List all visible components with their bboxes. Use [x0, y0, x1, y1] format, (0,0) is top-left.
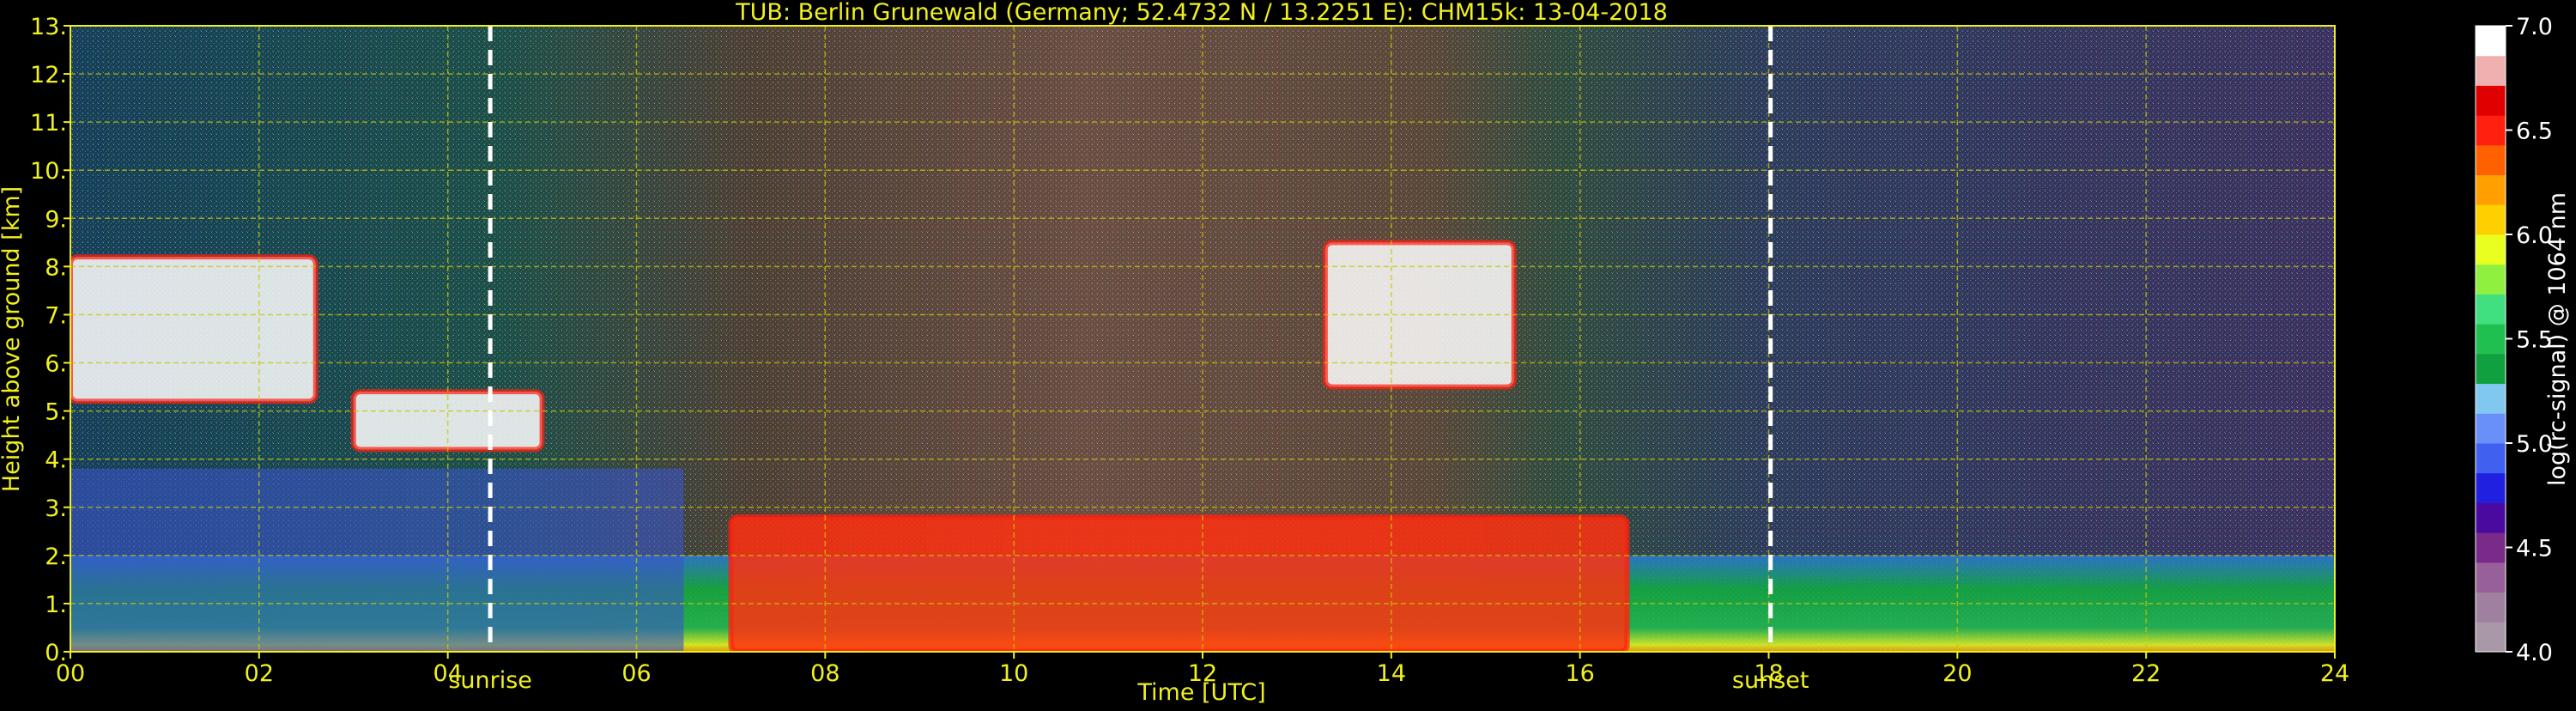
- x-tick-label: 20: [1943, 660, 1972, 687]
- colorbar-segment: [2476, 324, 2506, 355]
- x-tick-label: 02: [245, 660, 274, 687]
- y-tick-label: 11.: [30, 110, 67, 137]
- colorbar-segment: [2476, 532, 2506, 563]
- colorbar-tick-label: 7.0: [2516, 14, 2553, 40]
- colorbar-segment: [2476, 55, 2506, 86]
- colorbar-segment: [2476, 294, 2506, 325]
- colorbar-segment: [2476, 26, 2506, 57]
- x-tick-label: 16: [1565, 660, 1594, 687]
- colorbar-tick-label: 4.0: [2516, 640, 2553, 666]
- colorbar-segment: [2476, 144, 2506, 176]
- x-tick-label: 24: [2320, 660, 2349, 687]
- colorbar-segment: [2476, 204, 2506, 235]
- colorbar-segment: [2476, 562, 2506, 593]
- colorbar-segment: [2476, 443, 2506, 474]
- y-tick-label: 2.: [45, 544, 67, 570]
- lidar-quicklook-chart: sunrise sunset 00 02 04 06 08 10 12 14 16 18 20 22 24…: [0, 0, 2576, 708]
- x-tick-label: 22: [2131, 660, 2161, 687]
- colorbar-segment: [2476, 592, 2506, 623]
- colorbar-segment: [2476, 174, 2506, 205]
- y-tick-label: 8.: [45, 254, 67, 281]
- x-tick-label: 14: [1377, 660, 1406, 687]
- y-tick-label: 5.: [45, 399, 67, 426]
- chart-title: TUB: Berlin Grunewald (Germany; 52.4732 …: [735, 0, 1668, 26]
- colorbar-tick-label: 6.5: [2516, 118, 2553, 145]
- colorbar-segment: [2476, 85, 2506, 116]
- y-tick-label: 6.: [45, 351, 67, 378]
- colorbar-label: log(rc-signal) @ 1064 nm: [2544, 192, 2571, 486]
- y-tick-label: 1.: [45, 592, 67, 618]
- x-tick-label: 04: [433, 660, 462, 687]
- x-tick-label: 18: [1754, 660, 1783, 687]
- y-tick-label: 4.: [45, 447, 67, 474]
- y-tick-label: 13.: [30, 14, 67, 40]
- colorbar-segment: [2476, 234, 2506, 265]
- x-tick-label: 10: [999, 660, 1028, 687]
- feature-residual-layer: [70, 468, 684, 652]
- y-tick-label: 7.: [45, 302, 67, 329]
- y-tick-label: 0.: [45, 640, 67, 666]
- x-tick-label: 08: [810, 660, 839, 687]
- feature-cloud-layer: [70, 257, 316, 402]
- y-tick-label: 3.: [45, 495, 67, 522]
- y-tick-label: 10.: [30, 158, 67, 185]
- colorbar: 4.04.55.05.56.06.57.0: [2475, 14, 2553, 666]
- colorbar-segment: [2476, 383, 2506, 414]
- colorbar-tick-label: 4.5: [2516, 536, 2553, 562]
- colorbar-segment: [2476, 502, 2506, 533]
- y-tick-label: 9.: [45, 206, 67, 233]
- colorbar-segment: [2476, 413, 2506, 444]
- colorbar-segment: [2476, 353, 2506, 385]
- colorbar-segment: [2476, 622, 2506, 653]
- colorbar-segment: [2476, 264, 2506, 295]
- colorbar-segment: [2476, 115, 2506, 146]
- feature-low-cloud-convection: [730, 516, 1627, 652]
- y-axis-label: Height above ground [km]: [0, 186, 25, 492]
- chart-svg: sunrise sunset 00 02 04 06 08 10 12 14 16 18 20 22 24…: [0, 0, 2571, 706]
- x-axis-label: Time [UTC]: [1136, 679, 1265, 706]
- colorbar-segment: [2476, 472, 2506, 503]
- x-tick-label: 06: [621, 660, 651, 687]
- y-tick-label: 12.: [30, 62, 67, 88]
